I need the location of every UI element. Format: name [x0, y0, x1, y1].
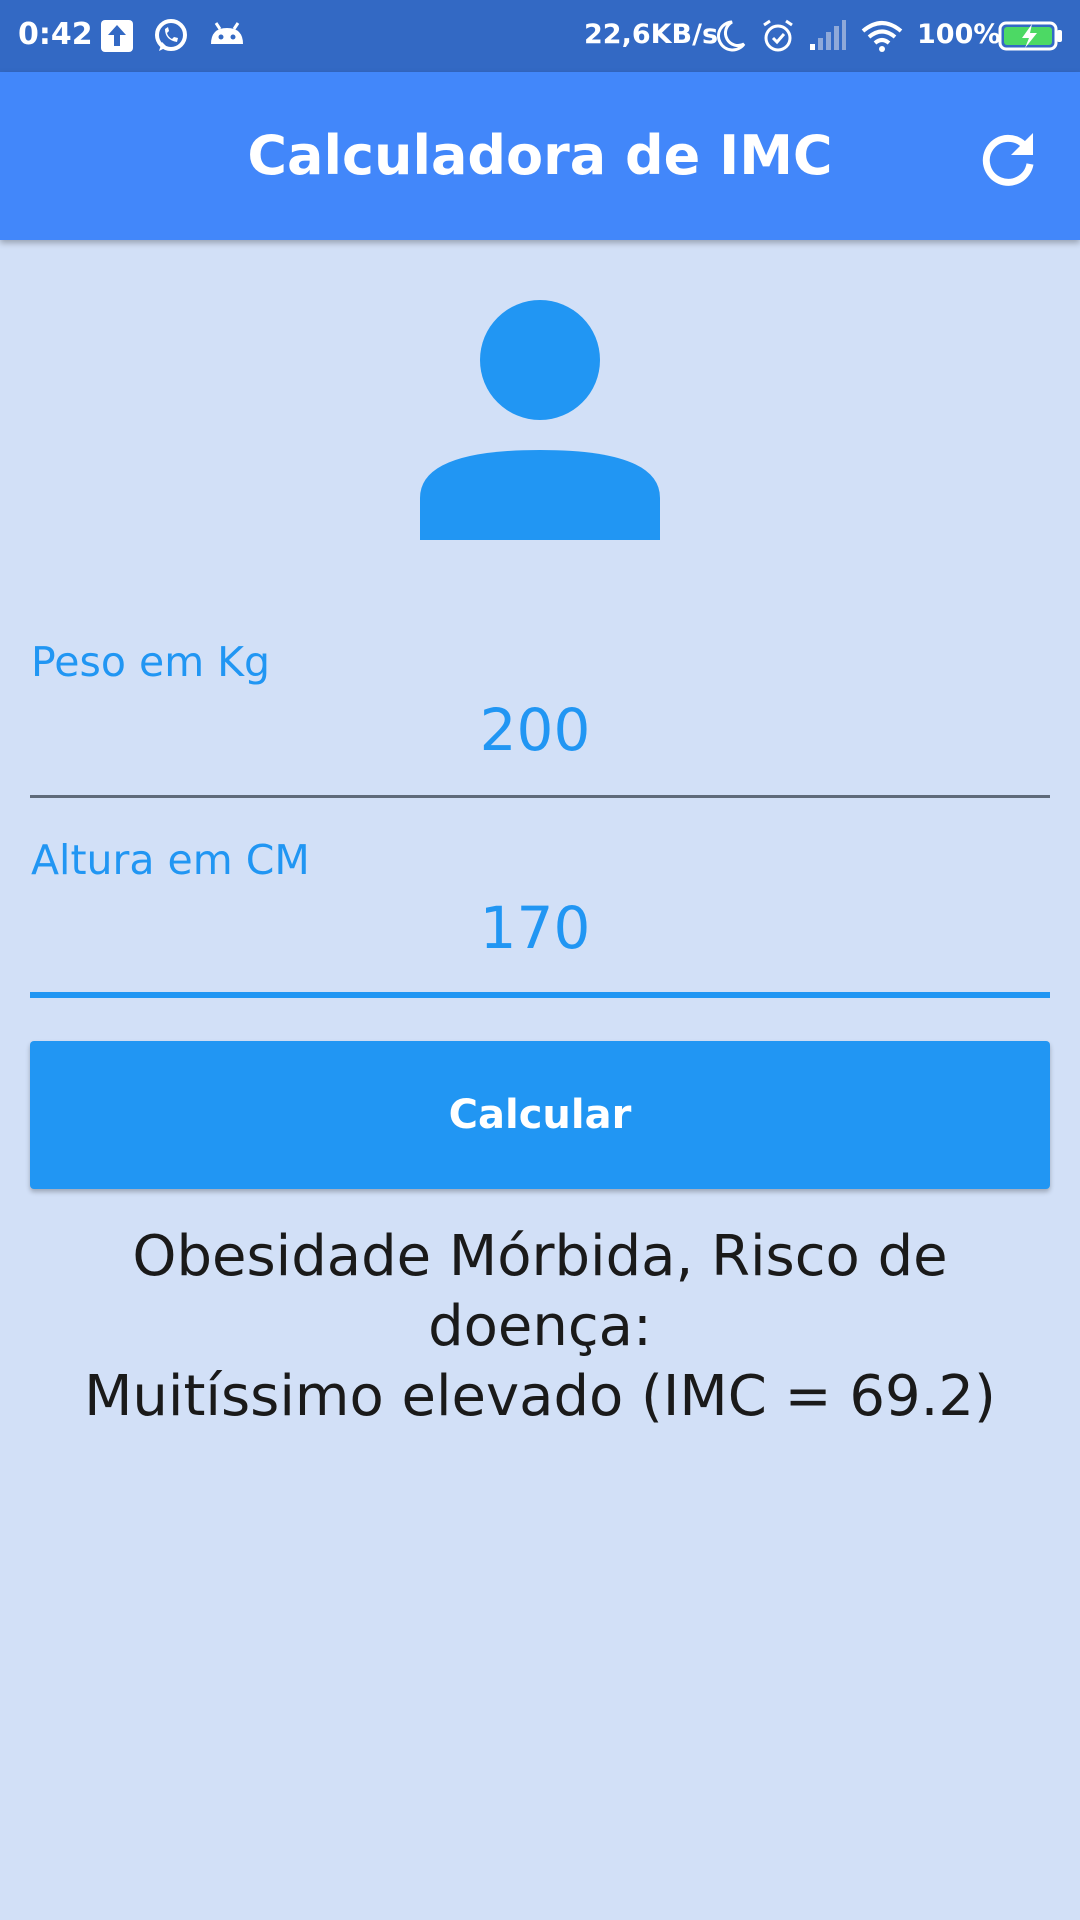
app-bar: Calculadora de IMC: [0, 72, 1080, 240]
network-speed: 22,6KB/s: [584, 19, 719, 50]
height-underline: [30, 992, 1050, 998]
person-icon: [420, 300, 660, 540]
result-line-1: Obesidade Mórbida, Risco de doença:: [132, 1224, 948, 1359]
result-line-2: Muitíssimo elevado (IMC = 69.2): [84, 1364, 996, 1429]
status-bar: 0:42 22,6KB/s 100%: [0, 0, 1080, 72]
battery-charging-icon: [998, 21, 1062, 51]
weight-field[interactable]: Peso em Kg 200: [30, 638, 1050, 800]
wifi-icon: [861, 21, 903, 52]
status-time: 0:42: [18, 17, 93, 52]
signal-icon: [810, 20, 846, 50]
alarm-icon: [763, 19, 793, 52]
refresh-icon[interactable]: [972, 124, 1044, 196]
weight-label: Peso em Kg: [31, 638, 271, 686]
app-title: Calculadora de IMC: [247, 124, 833, 187]
upload-icon: [101, 20, 133, 52]
calculate-button[interactable]: Calcular: [30, 1041, 1050, 1189]
weight-underline: [30, 795, 1050, 798]
moon-icon: [717, 20, 746, 52]
android-icon: [211, 22, 243, 44]
whatsapp-icon: [155, 19, 187, 51]
height-input[interactable]: 170: [30, 894, 1040, 962]
height-label: Altura em CM: [31, 836, 310, 884]
battery-percent: 100%: [917, 19, 1001, 50]
result-text: Obesidade Mórbida, Risco de doença: Muit…: [30, 1222, 1050, 1432]
weight-input[interactable]: 200: [30, 696, 1040, 764]
height-field[interactable]: Altura em CM 170: [30, 836, 1050, 1000]
